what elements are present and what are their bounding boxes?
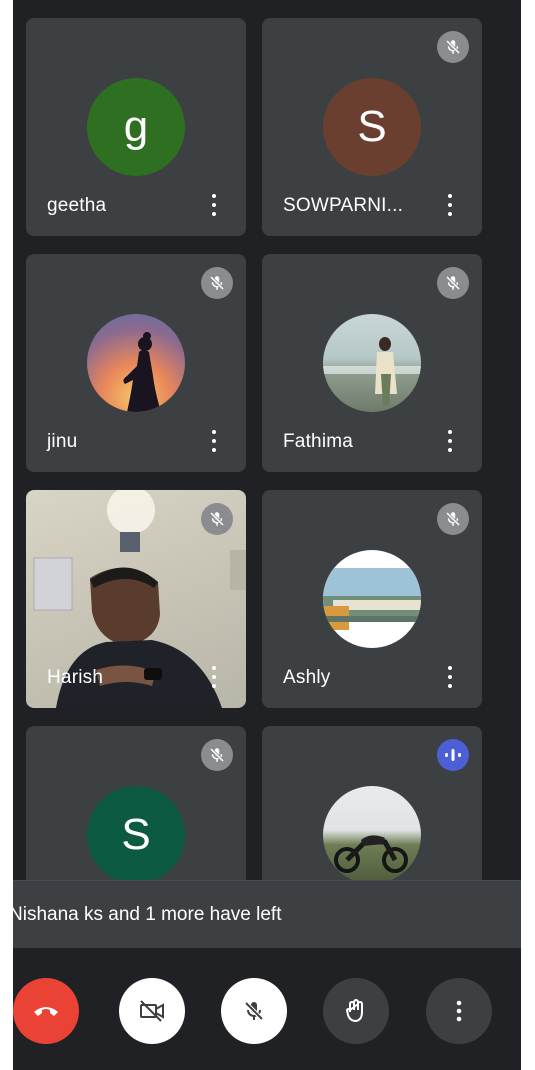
participant-name: jinu	[47, 431, 78, 452]
more-options-button[interactable]	[426, 978, 492, 1044]
avatar: g	[87, 78, 185, 176]
participant-options-icon[interactable]	[444, 430, 456, 452]
participant-name: Harish	[47, 667, 104, 688]
participant-name: SOWPARNI...	[283, 195, 404, 216]
mic-muted-icon	[437, 503, 469, 535]
avatar-initial: S	[121, 810, 151, 859]
avatar: S	[323, 78, 421, 176]
participant-tile-sowparni[interactable]: S SOWPARNI...	[262, 18, 482, 236]
participant-tile-jinu[interactable]: jinu	[26, 254, 246, 472]
participant-options-icon[interactable]	[444, 666, 456, 688]
mic-muted-icon	[437, 267, 469, 299]
profile-photo-sunset	[87, 314, 185, 412]
raise-hand-button[interactable]	[323, 978, 389, 1044]
participant-tile-ashly[interactable]: Ashly	[262, 490, 482, 708]
profile-photo-motorcycle	[323, 786, 421, 884]
participant-options-icon[interactable]	[444, 194, 456, 216]
toast-message: Nishana ks and 1 more have left	[9, 903, 282, 925]
camera-toggle-button[interactable]	[119, 978, 185, 1044]
mic-off-icon	[244, 1001, 264, 1021]
mic-muted-icon	[201, 739, 233, 771]
camera-off-icon	[140, 1000, 164, 1022]
avatar: S	[87, 786, 185, 884]
notification-toast: Nishana ks and 1 more have left	[9, 880, 521, 948]
phone-hangup-icon	[34, 1007, 58, 1016]
speaking-indicator-icon	[437, 739, 469, 771]
hand-icon	[346, 999, 363, 1022]
participant-tile-fathima[interactable]: Fathima	[262, 254, 482, 472]
profile-photo-building	[323, 550, 421, 648]
end-call-button[interactable]	[13, 978, 79, 1044]
avatar-initial: S	[357, 102, 387, 151]
microphone-toggle-button[interactable]	[221, 978, 287, 1044]
participant-tile-harish[interactable]: Harish	[26, 490, 246, 708]
participant-options-icon[interactable]	[208, 666, 220, 688]
participant-options-icon[interactable]	[208, 430, 220, 452]
profile-photo-beach	[323, 314, 421, 412]
participant-name: geetha	[47, 195, 107, 216]
participant-name: Fathima	[283, 431, 354, 452]
meeting-screen: g geetha S SOWPARNI... jinu Fathima Hari…	[9, 0, 521, 1070]
avatar-initial: g	[123, 102, 149, 151]
more-vertical-icon	[456, 1000, 462, 1022]
mic-muted-icon	[201, 267, 233, 299]
call-controls-bar	[13, 948, 521, 1070]
participant-name: Ashly	[283, 667, 331, 688]
mic-muted-icon	[437, 31, 469, 63]
participant-tile-geetha[interactable]: g geetha	[26, 18, 246, 236]
participant-options-icon[interactable]	[208, 194, 220, 216]
mic-muted-icon	[201, 503, 233, 535]
